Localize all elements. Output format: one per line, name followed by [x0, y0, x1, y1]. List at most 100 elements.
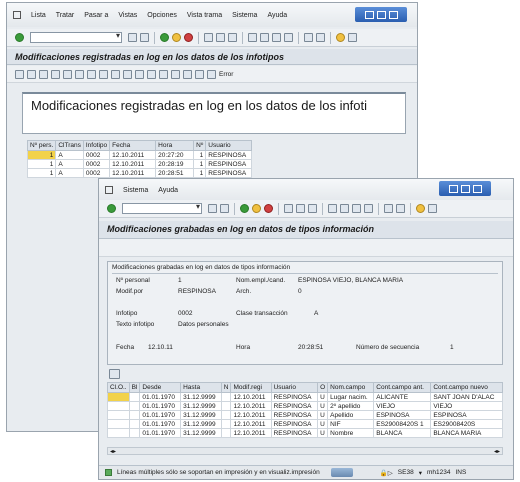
menu-sistema[interactable]: Sistema [123, 187, 148, 194]
shortcut-icon[interactable] [396, 204, 405, 213]
cell[interactable]: 01.01.1970 [139, 392, 182, 402]
cell[interactable]: Nombre [327, 428, 375, 438]
cell[interactable]: 31.12.9999 [180, 419, 222, 429]
table-row[interactable]: 01.01.1970 31.12.9999 12.10.2011 RESPINOSA U… [107, 392, 503, 402]
cell[interactable]: 12.10.2011 [230, 428, 272, 438]
next-page-icon[interactable] [272, 33, 281, 42]
cell[interactable]: 12.10.2011 [109, 159, 157, 169]
cell[interactable]: 1 [193, 168, 207, 178]
enter-icon[interactable] [15, 33, 24, 42]
filter-icon[interactable] [63, 69, 72, 79]
minimize-icon[interactable] [364, 10, 374, 19]
cell[interactable]: 20:28:51 [155, 168, 195, 178]
cell[interactable]: RESPINOSA [205, 150, 253, 160]
cell[interactable]: RESPINOSA [270, 419, 319, 429]
cell[interactable]: 1 [26, 150, 57, 160]
cell[interactable]: U [317, 392, 329, 402]
close-icon[interactable] [472, 184, 482, 193]
col-cltrans[interactable]: ClTrans [55, 140, 84, 151]
col-cont-nuevo[interactable]: Cont.campo nuevo [430, 382, 503, 393]
cell[interactable]: 1 [193, 159, 207, 169]
cell[interactable]: RESPINOSA [205, 168, 253, 178]
cell[interactable]: 01.01.1970 [139, 428, 182, 438]
command-field[interactable] [122, 202, 202, 214]
cell[interactable] [107, 428, 130, 438]
status-dropdown-icon[interactable]: ▾ [419, 469, 422, 477]
col-n[interactable]: N [220, 382, 232, 393]
print-icon[interactable] [204, 33, 213, 42]
back-icon[interactable] [240, 204, 249, 213]
cell[interactable] [128, 428, 141, 438]
first-page-icon[interactable] [248, 33, 257, 42]
menu-ayuda[interactable]: Ayuda [158, 187, 178, 194]
next-page-icon[interactable] [352, 204, 361, 213]
cell[interactable]: RESPINOSA [270, 428, 319, 438]
menu-icon[interactable] [105, 186, 113, 194]
export-icon[interactable] [111, 69, 120, 79]
cell[interactable]: 0002 [82, 168, 111, 178]
layout-change-icon[interactable] [159, 69, 168, 79]
cell[interactable]: 01.01.1970 [139, 419, 182, 429]
cell[interactable]: U [317, 428, 329, 438]
cell[interactable]: U [317, 401, 329, 411]
cancel-icon[interactable] [184, 33, 193, 42]
cell[interactable]: 31.12.9999 [180, 410, 222, 420]
cell[interactable]: 01.01.1970 [139, 410, 182, 420]
cell[interactable]: NIF [327, 419, 375, 429]
col-hasta[interactable]: Hasta [180, 382, 222, 393]
table-row[interactable]: 1 A 0002 12.10.2011 20:28:51 1 RESPINOSA [26, 168, 253, 178]
menu-ayuda[interactable]: Ayuda [267, 12, 287, 19]
cell[interactable] [220, 428, 232, 438]
cell[interactable] [107, 401, 130, 411]
cell[interactable]: U [317, 410, 329, 420]
cell[interactable]: VIEJO [430, 401, 503, 411]
shortcut-icon[interactable] [316, 33, 325, 42]
save-icon[interactable] [140, 33, 149, 42]
cell[interactable]: 12.10.2011 [230, 410, 272, 420]
col-bl[interactable]: Bl [128, 382, 141, 393]
cell[interactable]: 2º apellido [327, 401, 375, 411]
cell[interactable]: 01.01.1970 [139, 401, 182, 411]
new-session-icon[interactable] [304, 33, 313, 42]
last-page-icon[interactable] [364, 204, 373, 213]
cell[interactable]: SANT JOAN D'ALAC [430, 392, 503, 402]
sort-asc-icon[interactable] [39, 69, 48, 79]
cell[interactable]: 0002 [82, 150, 111, 160]
table-row[interactable]: 01.01.1970 31.12.9999 12.10.2011 RESPINOSA U… [107, 419, 503, 429]
close-icon[interactable] [388, 10, 398, 19]
cell[interactable]: BLANCA MARIA [430, 428, 503, 438]
print-list-icon[interactable] [109, 369, 120, 379]
cell[interactable] [220, 392, 232, 402]
cell[interactable]: A [55, 150, 84, 160]
cell[interactable]: 0002 [82, 159, 111, 169]
col-hora[interactable]: Hora [155, 140, 195, 151]
cell[interactable] [128, 392, 141, 402]
col-o[interactable]: O [317, 382, 329, 393]
scroll-left-icon[interactable]: ◂▸ [110, 448, 116, 455]
col-usuario[interactable]: Usuario [270, 382, 319, 393]
cell[interactable]: 12.10.2011 [230, 392, 272, 402]
save-icon[interactable] [220, 204, 229, 213]
menu-lista[interactable]: Lista [31, 12, 46, 19]
cell[interactable]: 1 [26, 168, 57, 178]
cell[interactable]: 31.12.9999 [180, 392, 222, 402]
prev-page-icon[interactable] [340, 204, 349, 213]
cell[interactable] [220, 419, 232, 429]
layout-select-icon[interactable] [171, 69, 180, 79]
command-field[interactable] [30, 31, 122, 43]
cell[interactable]: A [55, 168, 84, 178]
cell[interactable]: RESPINOSA [270, 410, 319, 420]
maximize-icon[interactable] [460, 184, 470, 193]
table-row[interactable]: 1 A 0002 12.10.2011 20:28:19 1 RESPINOSA [26, 159, 253, 169]
cell[interactable]: 1 [26, 159, 57, 169]
status-system[interactable]: SE38 [398, 469, 414, 476]
table-row[interactable]: 01.01.1970 31.12.9999 12.10.2011 RESPINOSA U… [107, 410, 503, 420]
sort-desc-icon[interactable] [51, 69, 60, 79]
find-icon[interactable] [296, 204, 305, 213]
cell[interactable]: U [317, 419, 329, 429]
maximize-icon[interactable] [376, 10, 386, 19]
menu-pasar-a[interactable]: Pasar a [84, 12, 108, 19]
cell[interactable]: 20:28:19 [155, 159, 195, 169]
last-page-icon[interactable] [284, 33, 293, 42]
table-row[interactable]: 1 A 0002 12.10.2011 20:27:20 1 RESPINOSA [26, 150, 253, 160]
